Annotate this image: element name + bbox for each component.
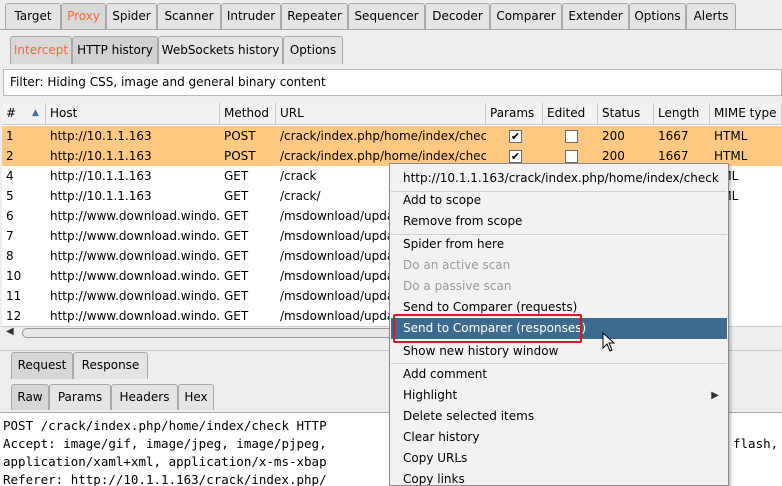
cell-method: GET [224,209,249,223]
cell-method: GET [224,189,249,203]
menu-item-add-comment[interactable]: Add comment [391,364,727,385]
highlight-annotation-box [393,314,582,343]
cell-num: 2 [6,149,14,163]
cell-method: GET [224,229,249,243]
sort-ascending-icon: ▲ [32,108,39,118]
tab-intruder[interactable]: Intruder [221,3,281,29]
subtab-http-history[interactable]: HTTP history [72,36,158,64]
col-mime-type[interactable]: MIME type [710,103,782,125]
tab-request[interactable]: Request [11,352,73,379]
tab-proxy[interactable]: Proxy [61,3,106,29]
tab-alerts[interactable]: Alerts [686,3,736,29]
cell-method: GET [224,249,249,263]
col-params[interactable]: Params [486,103,543,125]
filter-bar[interactable]: Filter: Hiding CSS, image and general bi… [3,69,782,96]
menu-item-delete-selected-items[interactable]: Delete selected items [391,406,727,427]
col-status[interactable]: Status [598,103,654,125]
menu-item-active-scan: Do an active scan [403,258,511,272]
tab-hex[interactable]: Hex [178,384,214,410]
cell-host: http://www.download.windo... [50,309,220,323]
tab-extender[interactable]: Extender [562,3,629,29]
cell-host: http://www.download.windo... [50,229,220,243]
col-edited[interactable]: Edited [543,103,598,125]
cell-num: 1 [6,129,14,143]
cell-length: 1667 [658,129,689,143]
tab-options[interactable]: Options [629,3,686,29]
cell-method: POST [224,129,256,143]
menu-item-add-to-scope[interactable]: Add to scope [391,190,727,211]
tab-target[interactable]: Target [5,3,61,29]
cell-num: 6 [6,209,14,223]
subtab-options[interactable]: Options [283,36,343,64]
table-row[interactable]: 1 http://10.1.1.163 POST/crack/index.php/h… [2,126,782,146]
cell-host: http://www.download.windo... [50,249,220,263]
tab-raw[interactable]: Raw [11,384,49,410]
cell-host: http://10.1.1.163 [50,189,152,203]
scroll-left-icon[interactable]: ◀ [6,326,14,337]
cell-method: GET [224,269,249,283]
tab-scanner[interactable]: Scanner [157,3,221,29]
tab-comparer[interactable]: Comparer [490,3,562,29]
cell-host: http://www.download.windo... [50,209,220,223]
cell-num: 4 [6,169,14,183]
cell-method: GET [224,169,249,183]
tab-params[interactable]: Params [49,384,111,410]
cell-url: /crack/index.php/home/index/check [280,129,486,143]
cell-num: 10 [6,269,22,283]
table-header: # ▲ Host Method URL Params Edited Status … [2,103,782,125]
subtab-websockets-history[interactable]: WebSockets history [158,36,283,64]
cell-num: 8 [6,249,14,263]
cell-status: 200 [602,129,625,143]
menu-item-copy-links[interactable]: Copy links [391,469,727,485]
tab-sequencer[interactable]: Sequencer [348,3,425,29]
cell-num: 11 [6,289,22,303]
cell-num: 7 [6,229,14,243]
params-checkbox: ✔ [509,150,522,163]
edited-checkbox [565,150,578,163]
raw-line-fragment: flash, [733,436,779,451]
tab-decoder[interactable]: Decoder [425,3,490,29]
menu-item-show-new-history-window[interactable]: Show new history window [391,341,727,362]
cell-host: http://www.download.windo... [50,269,220,283]
cell-num: 5 [6,189,14,203]
col-host[interactable]: Host [46,103,220,125]
menu-item-clear-history[interactable]: Clear history [391,427,727,448]
cell-method: POST [224,149,256,163]
tab-response[interactable]: Response [73,352,148,379]
submenu-arrow-icon: ▶ [711,390,719,401]
cell-host: http://10.1.1.163 [50,129,152,143]
menu-item-passive-scan: Do a passive scan [403,279,512,293]
menu-item-remove-from-scope[interactable]: Remove from scope [391,211,727,232]
menu-item-url-header: http://10.1.1.163/crack/index.php/home/i… [403,171,719,185]
menu-item-highlight[interactable]: Highlight ▶ [391,385,727,406]
menu-item-copy-urls[interactable]: Copy URLs [391,448,727,469]
params-checkbox: ✔ [509,130,522,143]
cell-host: http://www.download.windo... [50,289,220,303]
tab-repeater[interactable]: Repeater [281,3,348,29]
col-method[interactable]: Method [220,103,276,125]
mouse-cursor-icon [602,332,616,352]
cell-method: GET [224,309,249,323]
col-url[interactable]: URL [276,103,486,125]
menu-item-spider-from-here[interactable]: Spider from here [391,234,727,255]
col-number[interactable]: # ▲ [2,103,46,125]
tab-spider[interactable]: Spider [106,3,157,29]
cell-host: http://10.1.1.163 [50,169,152,183]
proxy-sub-tab-bar: Intercept HTTP history WebSockets histor… [0,33,782,64]
col-length[interactable]: Length [654,103,710,125]
cell-num: 12 [6,309,22,323]
cell-host: http://10.1.1.163 [50,149,152,163]
tab-headers[interactable]: Headers [111,384,178,410]
edited-checkbox [565,130,578,143]
scrollbar-thumb[interactable] [22,328,422,338]
cell-method: GET [224,289,249,303]
main-tab-bar: Target Proxy Spider Scanner Intruder Rep… [0,0,782,30]
cell-mime: HTML [714,129,748,143]
subtab-intercept[interactable]: Intercept [10,36,72,64]
